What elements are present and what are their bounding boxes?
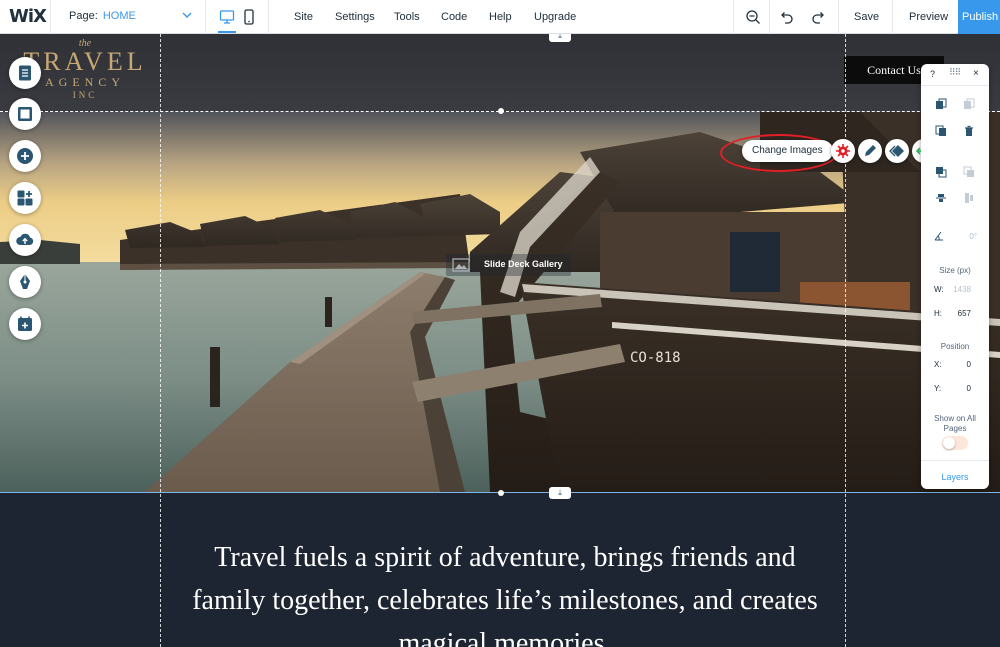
undo-icon[interactable] xyxy=(777,8,795,26)
divider xyxy=(769,0,770,34)
divider xyxy=(205,0,206,34)
design-button[interactable] xyxy=(858,139,882,163)
desktop-view-icon[interactable] xyxy=(218,8,236,26)
divider xyxy=(921,460,989,461)
slide-deck-gallery[interactable]: CO-818 xyxy=(0,112,1000,492)
app-market-icon xyxy=(17,190,33,206)
divider xyxy=(838,0,839,34)
position-section-title: Position xyxy=(940,342,970,351)
mobile-view-icon[interactable] xyxy=(243,8,255,26)
menu-upgrade[interactable]: Upgrade xyxy=(534,11,576,23)
panel-help-button[interactable]: ? xyxy=(930,69,935,79)
page-selector[interactable]: Page: HOME xyxy=(69,10,136,22)
divider xyxy=(733,0,734,34)
menu-tools[interactable]: Tools xyxy=(394,11,420,23)
animation-icon xyxy=(889,145,904,157)
rotation-value[interactable]: 0° xyxy=(947,232,977,241)
delete-icon[interactable] xyxy=(963,125,975,137)
brand-inc: INC xyxy=(72,90,98,100)
panel-header[interactable]: ? ⠿⠿ × xyxy=(921,64,989,86)
current-page-name: HOME xyxy=(102,10,136,22)
chevron-down-icon[interactable] xyxy=(180,8,194,22)
publish-label: Publish xyxy=(962,11,999,23)
animation-button[interactable] xyxy=(885,139,909,163)
blog-pen-icon xyxy=(20,274,30,289)
menu-help[interactable]: Help xyxy=(489,11,512,23)
section-anchor-top[interactable]: ⤓ xyxy=(549,34,571,42)
divider xyxy=(50,0,51,34)
blog-button[interactable] xyxy=(9,266,41,298)
settings-icon xyxy=(836,144,850,158)
background-icon xyxy=(18,107,32,121)
x-input[interactable]: 0 xyxy=(941,360,971,369)
menu-site[interactable]: Site xyxy=(294,11,313,23)
page-selector-label: Page: xyxy=(69,10,98,22)
bookings-icon xyxy=(18,316,32,331)
wix-logo: WiX xyxy=(9,6,47,27)
pages-icon xyxy=(19,65,31,81)
gallery-image: CO-818 xyxy=(0,112,1000,492)
panel-close-button[interactable]: × xyxy=(973,68,979,79)
resize-handle-top[interactable] xyxy=(498,108,504,114)
align-icon[interactable] xyxy=(935,192,947,204)
preview-button[interactable]: Preview xyxy=(909,11,948,23)
arrange-backward-icon[interactable] xyxy=(963,166,975,178)
editor-canvas[interactable]: the TRAVEL AGENCY INC Contact Us CO-818 … xyxy=(0,34,1000,647)
pages-button[interactable] xyxy=(9,57,41,89)
layers-link[interactable]: Layers xyxy=(921,472,989,482)
publish-button[interactable]: Publish xyxy=(958,0,1000,34)
add-icon xyxy=(17,148,33,164)
width-input[interactable]: 1438 xyxy=(941,285,971,294)
boat-number: CO-818 xyxy=(630,350,681,366)
save-button[interactable]: Save xyxy=(854,11,879,23)
media-upload-button[interactable] xyxy=(9,224,41,256)
show-on-all-pages-toggle[interactable] xyxy=(942,436,968,450)
toggle-knob xyxy=(943,437,955,449)
resize-handle-bottom[interactable] xyxy=(498,490,504,496)
section-anchor-bottom[interactable]: ⤓ xyxy=(549,487,571,499)
duplicate-icon[interactable] xyxy=(935,125,947,137)
settings-button[interactable] xyxy=(831,139,855,163)
divider xyxy=(892,0,893,34)
change-images-button[interactable]: Change Images xyxy=(742,140,833,162)
media-upload-icon xyxy=(16,233,34,245)
bookings-button[interactable] xyxy=(9,308,41,340)
divider xyxy=(268,0,269,34)
gallery-type-label: Slide Deck Gallery xyxy=(446,254,571,276)
redo-icon[interactable] xyxy=(810,8,828,26)
copy-icon[interactable] xyxy=(935,98,947,110)
page-guide-left xyxy=(160,34,161,647)
app-market-button[interactable] xyxy=(9,182,41,214)
distribute-icon[interactable] xyxy=(963,192,975,204)
intro-quote[interactable]: Travel fuels a spirit of adventure, brin… xyxy=(190,536,820,647)
show-on-all-pages-label: Show on All Pages xyxy=(934,414,976,433)
rotate-icon[interactable] xyxy=(933,230,945,242)
paste-icon[interactable] xyxy=(963,98,975,110)
panel-drag-handle-icon[interactable]: ⠿⠿ xyxy=(949,67,961,78)
menu-code[interactable]: Code xyxy=(441,11,467,23)
editor-top-bar: WiX Page: HOME Site Settings Tools Code … xyxy=(0,0,1000,34)
menu-settings[interactable]: Settings xyxy=(335,11,375,23)
page-guide-right xyxy=(845,34,846,647)
zoom-out-icon[interactable] xyxy=(744,8,762,26)
background-button[interactable] xyxy=(9,98,41,130)
height-input[interactable]: 657 xyxy=(941,309,971,318)
y-input[interactable]: 0 xyxy=(941,384,971,393)
size-section-title: Size (px) xyxy=(939,266,971,275)
design-pen-icon xyxy=(865,145,876,156)
arrange-forward-icon[interactable] xyxy=(935,166,947,178)
properties-panel[interactable]: ? ⠿⠿ × 0° Size (px) W: 1438 H: 657 Posit… xyxy=(921,64,989,489)
active-device-indicator xyxy=(218,31,236,33)
add-button[interactable] xyxy=(9,140,41,172)
